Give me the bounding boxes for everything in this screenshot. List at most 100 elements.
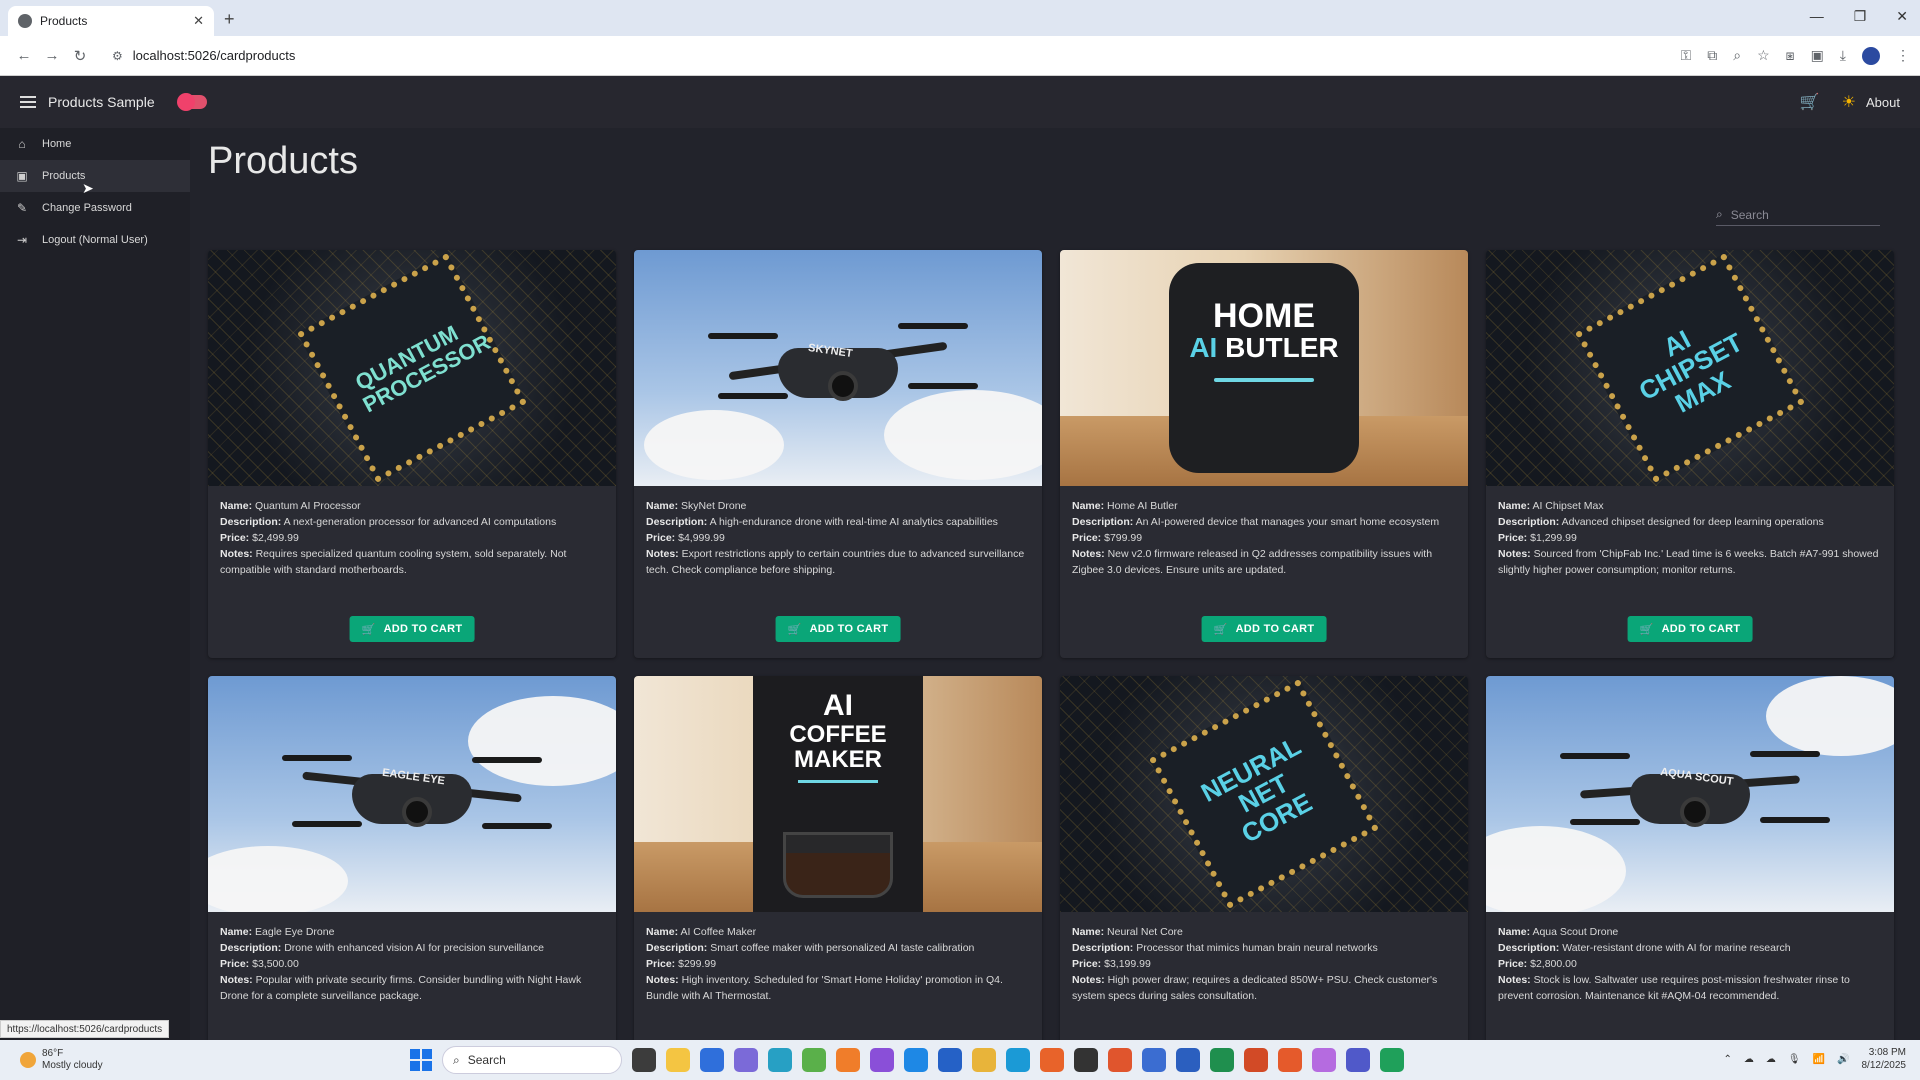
chrome-icon[interactable] xyxy=(972,1048,996,1072)
product-image-text: BUTLER xyxy=(1225,332,1339,363)
product-price: $1,299.99 xyxy=(1530,532,1577,544)
about-link[interactable]: About xyxy=(1866,95,1900,110)
forward-icon[interactable]: → xyxy=(38,47,66,64)
app-icon[interactable] xyxy=(768,1048,792,1072)
product-image: NEURAL NET CORE xyxy=(1060,676,1468,912)
browser-toolbar: ← → ↻ ⚙ localhost:5026/cardproducts ⚿ ⧉ … xyxy=(0,36,1920,76)
app-icon[interactable] xyxy=(1142,1048,1166,1072)
terminal-icon[interactable] xyxy=(1074,1048,1098,1072)
product-card: QUANTUM PROCESSOR Name: Quantum AI Proce… xyxy=(208,250,616,658)
password-key-icon[interactable]: ⚿ xyxy=(1681,47,1692,64)
sidebar-item-products[interactable]: ▣ Products xyxy=(0,160,190,192)
globe-icon xyxy=(18,14,32,28)
app-icon[interactable] xyxy=(938,1048,962,1072)
sidebar-item-home[interactable]: ⌂ Home xyxy=(0,128,190,160)
profile-avatar[interactable] xyxy=(1862,46,1880,65)
task-view-icon[interactable] xyxy=(632,1048,656,1072)
firefox-icon[interactable] xyxy=(1040,1048,1064,1072)
product-info: Name: Eagle Eye Drone Description: Drone… xyxy=(220,926,582,1002)
copilot-icon[interactable] xyxy=(1312,1048,1336,1072)
dark-mode-toggle[interactable] xyxy=(176,93,207,111)
product-name: Home AI Butler xyxy=(1107,500,1178,512)
site-info-icon[interactable]: ⚙ xyxy=(112,49,123,63)
product-notes: High inventory. Scheduled for 'Smart Hom… xyxy=(646,974,1003,1002)
sidebar-item-logout[interactable]: ⇥ Logout (Normal User) xyxy=(0,224,190,256)
product-name: Aqua Scout Drone xyxy=(1532,926,1619,938)
pencil-icon: ✎ xyxy=(16,201,28,215)
app-icon[interactable] xyxy=(836,1048,860,1072)
excel-icon[interactable] xyxy=(1210,1048,1234,1072)
word-icon[interactable] xyxy=(1176,1048,1200,1072)
product-image-text: AI xyxy=(823,689,853,722)
close-window-icon[interactable]: ✕ xyxy=(1896,8,1908,25)
windows-start-icon[interactable] xyxy=(410,1049,432,1071)
add-to-cart-button[interactable]: 🛒 ADD TO CART xyxy=(775,616,901,642)
weather-widget[interactable]: 86°F Mostly cloudy xyxy=(20,1048,103,1072)
app-title: Products Sample xyxy=(48,94,155,110)
close-tab-icon[interactable]: ✕ xyxy=(193,13,204,29)
product-notes: New v2.0 firmware released in Q2 address… xyxy=(1072,548,1433,576)
menu-icon[interactable] xyxy=(20,96,36,108)
product-notes: Requires specialized quantum cooling sys… xyxy=(220,548,567,576)
browser-menu-icon[interactable]: ⋮ xyxy=(1896,47,1910,64)
add-to-cart-button[interactable]: 🛒 ADD TO CART xyxy=(349,616,475,642)
address-bar[interactable]: ⚙ localhost:5026/cardproducts xyxy=(102,40,1542,71)
app-icon[interactable] xyxy=(1380,1048,1404,1072)
install-app-icon[interactable]: ⧉ xyxy=(1707,47,1717,64)
visual-studio-icon[interactable] xyxy=(870,1048,894,1072)
file-explorer-icon[interactable] xyxy=(666,1048,690,1072)
cloud-icon[interactable]: ☁ xyxy=(1744,1054,1754,1065)
app-icon[interactable] xyxy=(1278,1048,1302,1072)
volume-icon[interactable]: 🔊 xyxy=(1837,1054,1849,1065)
product-info: Name: Neural Net Core Description: Proce… xyxy=(1072,926,1438,1002)
add-cart-icon: 🛒 xyxy=(1213,623,1228,636)
powerpoint-icon[interactable] xyxy=(1244,1048,1268,1072)
product-image-text: NEURAL NET CORE xyxy=(1196,730,1317,849)
minimize-icon[interactable]: — xyxy=(1810,8,1824,25)
product-notes: High power draw; requires a dedicated 85… xyxy=(1072,974,1438,1002)
sidebar-item-change-password[interactable]: ✎ Change Password xyxy=(0,192,190,224)
product-name: SkyNet Drone xyxy=(681,500,747,512)
product-image-text: HOME xyxy=(1213,297,1315,335)
app-icon[interactable] xyxy=(1108,1048,1132,1072)
chevron-up-icon[interactable]: ⌃ xyxy=(1724,1054,1732,1065)
product-image-text: AI xyxy=(1189,332,1218,363)
downloads-icon[interactable]: ⤓ xyxy=(1840,47,1846,64)
search-input[interactable]: ⌕ Search xyxy=(1716,204,1880,226)
add-cart-icon: 🛒 xyxy=(787,623,802,636)
product-description: Smart coffee maker with personalized AI … xyxy=(710,942,975,954)
product-grid: QUANTUM PROCESSOR Name: Quantum AI Proce… xyxy=(208,250,1894,1040)
bookmark-star-icon[interactable]: ☆ xyxy=(1757,47,1770,64)
product-card: EAGLE EYE Name: Eagle Eye Drone Descript… xyxy=(208,676,616,1040)
clock[interactable]: 3:08 PM 8/12/2025 xyxy=(1862,1046,1907,1072)
add-to-cart-button[interactable]: 🛒 ADD TO CART xyxy=(1201,616,1327,642)
calculator-icon[interactable] xyxy=(700,1048,724,1072)
product-card: NEURAL NET CORE Name: Neural Net Core De… xyxy=(1060,676,1468,1040)
teams-icon[interactable] xyxy=(1346,1048,1370,1072)
cart-icon[interactable]: 🛒 xyxy=(1800,92,1820,112)
mic-icon[interactable]: 🎙 xyxy=(1788,1054,1801,1065)
wifi-icon[interactable]: 📶 xyxy=(1813,1054,1825,1065)
zoom-icon[interactable]: ⌕ xyxy=(1733,47,1741,64)
product-name: AI Coffee Maker xyxy=(680,926,757,938)
restore-icon[interactable]: ❐ xyxy=(1854,8,1867,25)
onedrive-icon[interactable]: ☁ xyxy=(1766,1054,1776,1065)
split-view-icon[interactable]: ▣ xyxy=(1811,47,1824,64)
app-icon[interactable] xyxy=(802,1048,826,1072)
home-icon: ⌂ xyxy=(18,137,26,151)
taskbar-search-input[interactable]: ⌕ Search xyxy=(442,1046,622,1074)
new-tab-icon[interactable]: + xyxy=(224,9,235,30)
reload-icon[interactable]: ↻ xyxy=(66,47,94,65)
browser-tab[interactable]: Products ✕ xyxy=(8,6,214,36)
edge-icon[interactable] xyxy=(1006,1048,1030,1072)
back-icon[interactable]: ← xyxy=(10,47,38,64)
add-to-cart-button[interactable]: 🛒 ADD TO CART xyxy=(1627,616,1753,642)
extensions-icon[interactable]: ⧆ xyxy=(1786,47,1795,64)
product-image: AI CHIPSET MAX xyxy=(1486,250,1894,486)
product-card: SKYNET Name: SkyNet Drone Description: A… xyxy=(634,250,1042,658)
sun-icon[interactable]: ☀ xyxy=(1842,92,1856,112)
app-icon[interactable] xyxy=(734,1048,758,1072)
vscode-icon[interactable] xyxy=(904,1048,928,1072)
window-controls: — ❐ ✕ xyxy=(1810,8,1908,25)
logout-icon: ⇥ xyxy=(16,233,28,247)
